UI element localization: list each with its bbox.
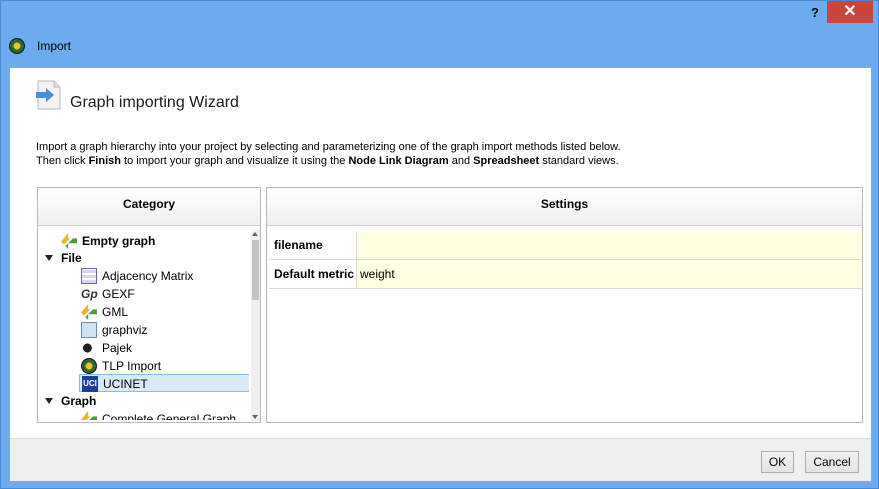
scroll-thumb[interactable] — [252, 240, 259, 300]
ok-button[interactable]: OK — [761, 451, 794, 473]
pajek-icon — [81, 339, 97, 356]
tlp-icon — [81, 357, 97, 374]
close-button[interactable]: ✕ — [827, 1, 873, 23]
settings-label: filename — [269, 231, 357, 259]
tree-item-label: GML — [102, 305, 129, 319]
arrows-icon — [81, 410, 97, 420]
wizard-title: Graph importing Wizard — [70, 94, 239, 111]
button-bar — [10, 438, 871, 481]
tree-item-ucinet[interactable]: UCI UCINET — [79, 374, 249, 392]
tree-item-pajek[interactable]: Pajek — [81, 339, 132, 357]
settings-panel: Settings filename Default metric weight — [266, 187, 863, 423]
node-link-diagram-keyword: Node Link Diagram — [348, 155, 449, 167]
category-panel: Category Empty graph File Adjacency Matr… — [37, 187, 261, 423]
settings-row-default-metric: Default metric weight — [269, 260, 862, 289]
matrix-icon — [81, 267, 97, 284]
tulip-app-icon — [9, 38, 25, 54]
title-bar: ? ✕ Import — [1, 1, 878, 67]
cancel-button[interactable]: Cancel — [805, 451, 859, 473]
default-metric-field[interactable]: weight — [358, 260, 862, 288]
filename-field[interactable] — [358, 231, 862, 259]
tree-item-tlp-import[interactable]: TLP Import — [81, 357, 161, 375]
intro-text-segment: Then click — [36, 155, 89, 167]
expand-arrow-icon[interactable] — [45, 254, 53, 261]
intro-text-segment: and — [448, 155, 474, 167]
intro-text-segment: standard views. — [539, 155, 619, 167]
tree-item-label: Graph — [61, 394, 97, 408]
settings-header: Settings — [267, 188, 862, 226]
tree-item-label: File — [61, 251, 82, 265]
tree-item-file[interactable]: File — [45, 249, 82, 267]
tree-item-empty-graph[interactable]: Empty graph — [61, 232, 155, 250]
category-scrollbar[interactable] — [251, 230, 260, 421]
scroll-up-arrow-icon[interactable] — [252, 232, 258, 236]
category-tree[interactable]: Empty graph File Adjacency Matrix Gp GEXF… — [39, 230, 249, 420]
tree-item-label: Pajek — [102, 341, 133, 355]
window-title: Import — [37, 39, 72, 53]
intro-line-1: Import a graph hierarchy into your proje… — [36, 141, 621, 153]
tree-item-label: GEXF — [102, 287, 135, 301]
tree-item-label: UCINET — [103, 377, 148, 391]
intro-text-segment: to import your graph and visualize it us… — [120, 155, 349, 167]
settings-table: filename Default metric weight — [269, 231, 862, 289]
tree-item-label: Complete General Graph — [102, 412, 237, 420]
tree-item-label: Empty graph — [82, 234, 156, 248]
tree-item-label: TLP Import — [102, 359, 162, 373]
scroll-down-arrow-icon[interactable] — [252, 415, 258, 419]
settings-row-filename: filename — [269, 231, 862, 260]
settings-label: Default metric — [269, 260, 357, 288]
help-button[interactable]: ? — [807, 4, 823, 22]
tree-item-gml[interactable]: GML — [81, 303, 128, 321]
tree-item-complete-general-graph[interactable]: Complete General Graph — [81, 410, 236, 420]
intro-line-2: Then click Finish to import your graph a… — [36, 154, 856, 168]
import-wizard-icon — [36, 80, 61, 110]
tree-item-graphviz[interactable]: graphviz — [81, 321, 147, 339]
tree-item-label: graphviz — [102, 323, 148, 337]
expand-arrow-icon[interactable] — [45, 397, 53, 404]
tree-item-adjacency-matrix[interactable]: Adjacency Matrix — [81, 267, 193, 285]
graphviz-icon — [81, 321, 97, 338]
arrows-icon — [61, 232, 77, 249]
gexf-icon: Gp — [81, 286, 98, 301]
tree-item-label: Adjacency Matrix — [102, 269, 194, 283]
tree-item-graph[interactable]: Graph — [45, 392, 96, 410]
ucinet-icon: UCI — [82, 375, 98, 392]
dialog-content: Graph importing Wizard Import a graph hi… — [9, 67, 872, 482]
arrows-icon — [81, 303, 97, 320]
category-header: Category — [38, 188, 260, 226]
finish-keyword: Finish — [88, 155, 121, 167]
import-dialog: ? ✕ Import Graph importing Wizard Import… — [0, 0, 879, 489]
spreadsheet-keyword: Spreadsheet — [473, 155, 540, 167]
intro-text: Import a graph hierarchy into your proje… — [36, 140, 856, 168]
tree-item-gexf[interactable]: Gp GEXF — [81, 285, 135, 303]
